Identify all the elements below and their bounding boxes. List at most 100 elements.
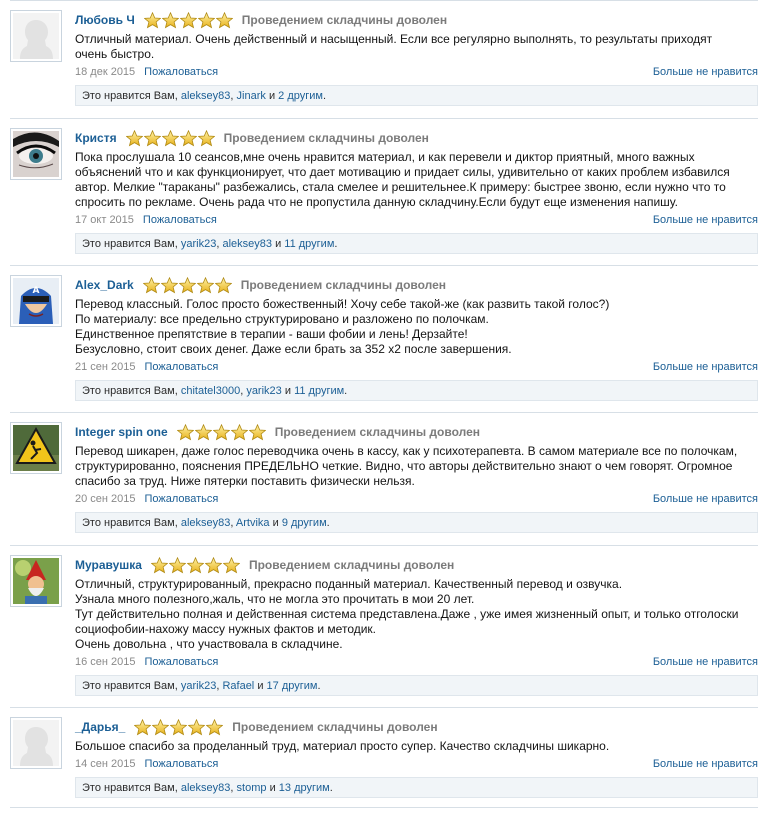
review-date[interactable]: 14 сен 2015	[75, 758, 136, 770]
rating-stars	[176, 423, 267, 441]
author-link[interactable]: Кристя	[75, 131, 117, 145]
review-text-line: Безусловно, стоит своих денег. Даже если…	[75, 342, 512, 356]
review-meta: 18 дек 2015 Пожаловаться Больше не нравитс…	[75, 66, 758, 82]
review-date[interactable]: 21 сен 2015	[75, 361, 136, 373]
unlike-link[interactable]: Больше не нравится	[653, 656, 758, 668]
review-item: A Alex_Dark Проведением складчины доволен П…	[10, 265, 758, 413]
review-content: Муравушка Проведением складчины доволен От…	[75, 555, 758, 696]
author-link[interactable]: Муравушка	[75, 558, 142, 572]
review-date[interactable]: 16 сен 2015	[75, 656, 136, 668]
author-link[interactable]: _Дарья_	[75, 720, 125, 734]
review-text-line: Перевод классный. Голос просто божествен…	[75, 297, 610, 311]
liker-link[interactable]: Jinark	[237, 90, 266, 102]
likes-prefix: Это нравится Вам,	[82, 680, 178, 692]
user-avatar[interactable]	[10, 555, 62, 607]
unlike-link[interactable]: Больше не нравится	[653, 214, 758, 226]
report-link[interactable]: Пожаловаться	[144, 66, 218, 78]
review-text-line: объяснений что и как функционирует, что …	[75, 165, 730, 179]
review-text-line: автор. Мелкие "тараканы" разбежались, ст…	[75, 180, 726, 194]
likes-end: .	[344, 385, 348, 397]
star-icon	[152, 718, 170, 735]
star-icon	[215, 11, 233, 28]
report-link[interactable]: Пожаловаться	[143, 214, 217, 226]
others-link[interactable]: 9 другим	[282, 517, 327, 529]
liker-link[interactable]: yarik23	[246, 385, 281, 397]
user-avatar[interactable]	[10, 422, 62, 474]
review-text-line: структурированно, пояснения ПРЕДЕЛЬНО че…	[75, 459, 733, 473]
review-text-line: Перевод шикарен, даже голос переводчика …	[75, 444, 738, 458]
star-icon	[230, 423, 248, 440]
rating-stars	[150, 556, 241, 574]
review-date[interactable]: 18 дек 2015	[75, 66, 135, 78]
likes-summary: Это нравится Вам, yarik23, aleksey83 и 1…	[75, 233, 758, 254]
user-avatar[interactable]: A	[10, 275, 62, 327]
report-link[interactable]: Пожаловаться	[145, 493, 219, 505]
star-icon	[179, 129, 197, 146]
liker-link[interactable]: aleksey83	[222, 238, 272, 250]
rating-stars	[143, 11, 234, 29]
review-verdict: Проведением складчины доволен	[274, 425, 481, 439]
review-text-line: Пока прослушала 10 сеансов,мне очень нра…	[75, 150, 695, 164]
review-verdict: Проведением складчины доволен	[232, 720, 438, 734]
unlike-link[interactable]: Больше не нравится	[653, 361, 758, 373]
author-link[interactable]: Integer spin one	[75, 425, 168, 439]
star-icon	[197, 129, 215, 146]
review-date[interactable]: 17 окт 2015	[75, 214, 134, 226]
captain-america-cartoon-icon: A	[13, 278, 59, 324]
others-link[interactable]: 11 другим	[294, 385, 344, 397]
liker-link[interactable]: aleksey83	[181, 782, 231, 794]
liker-link[interactable]: Rafael	[222, 680, 254, 692]
report-link[interactable]: Пожаловаться	[145, 758, 219, 770]
author-link[interactable]: Любовь Ч	[75, 13, 135, 27]
review-verdict: Проведением складчины доволен	[240, 278, 447, 292]
review-content: Alex_Dark Проведением складчины доволен Пе…	[75, 275, 758, 401]
unlike-link[interactable]: Больше не нравится	[653, 493, 758, 505]
likes-and: и	[272, 517, 279, 529]
likes-summary: Это нравится Вам, aleksey83, Jinark и 2 …	[75, 85, 758, 106]
review-header: Любовь Ч Проведением складчины доволен	[75, 10, 758, 30]
star-icon	[214, 276, 232, 293]
liker-link[interactable]: aleksey83	[181, 90, 231, 102]
review-text: Большое спасибо за проделанный труд, мат…	[75, 739, 758, 754]
star-icon	[196, 276, 214, 293]
user-avatar[interactable]	[10, 717, 62, 769]
star-icon	[222, 556, 240, 573]
author-link[interactable]: Alex_Dark	[75, 278, 134, 292]
review-header: Муравушка Проведением складчины доволен	[75, 555, 758, 575]
liker-link[interactable]: stomp	[237, 782, 267, 794]
liker-link[interactable]: yarik23	[181, 238, 216, 250]
review-item: Любовь Ч Проведением складчины доволен Отл…	[10, 0, 758, 119]
review-header: Alex_Dark Проведением складчины доволен	[75, 275, 758, 295]
review-meta: 14 сен 2015 Пожаловаться Больше не нравитс…	[75, 758, 758, 774]
liker-link[interactable]: Artvika	[236, 517, 270, 529]
review-header: Кристя Проведением складчины доволен	[75, 128, 758, 148]
review-item: _Дарья_ Проведением складчины доволен Боль…	[10, 707, 758, 808]
liker-link[interactable]: yarik23	[181, 680, 216, 692]
star-icon	[168, 556, 186, 573]
review-text: Перевод шикарен, даже голос переводчика …	[75, 444, 758, 489]
liker-link[interactable]: aleksey83	[181, 517, 231, 529]
others-link[interactable]: 13 другим	[279, 782, 330, 794]
report-link[interactable]: Пожаловаться	[145, 656, 219, 668]
review-text-line: Тут действительно полная и действенная с…	[75, 607, 739, 621]
star-icon	[176, 423, 194, 440]
user-avatar[interactable]	[10, 128, 62, 180]
review-content: Кристя Проведением складчины доволен Пока …	[75, 128, 758, 254]
likes-prefix: Это нравится Вам,	[82, 90, 178, 102]
unlike-link[interactable]: Больше не нравится	[653, 66, 758, 78]
likes-summary: Это нравится Вам, aleksey83, stomp и 13 …	[75, 777, 758, 798]
review-verdict: Проведением складчины доволен	[248, 558, 455, 572]
svg-text:A: A	[33, 286, 40, 296]
user-avatar[interactable]	[10, 10, 62, 62]
others-link[interactable]: 11 другим	[284, 238, 334, 250]
others-link[interactable]: 2 другим	[278, 90, 323, 102]
review-meta: 16 сен 2015 Пожаловаться Больше не нравитс…	[75, 656, 758, 672]
report-link[interactable]: Пожаловаться	[145, 361, 219, 373]
liker-link[interactable]: chitatel3000	[181, 385, 240, 397]
review-content: Любовь Ч Проведением складчины доволен Отл…	[75, 10, 758, 106]
likes-end: .	[317, 680, 321, 692]
unlike-link[interactable]: Больше не нравится	[653, 758, 758, 770]
likes-end: .	[329, 782, 333, 794]
others-link[interactable]: 17 другим	[267, 680, 318, 692]
review-date[interactable]: 20 сен 2015	[75, 493, 136, 505]
